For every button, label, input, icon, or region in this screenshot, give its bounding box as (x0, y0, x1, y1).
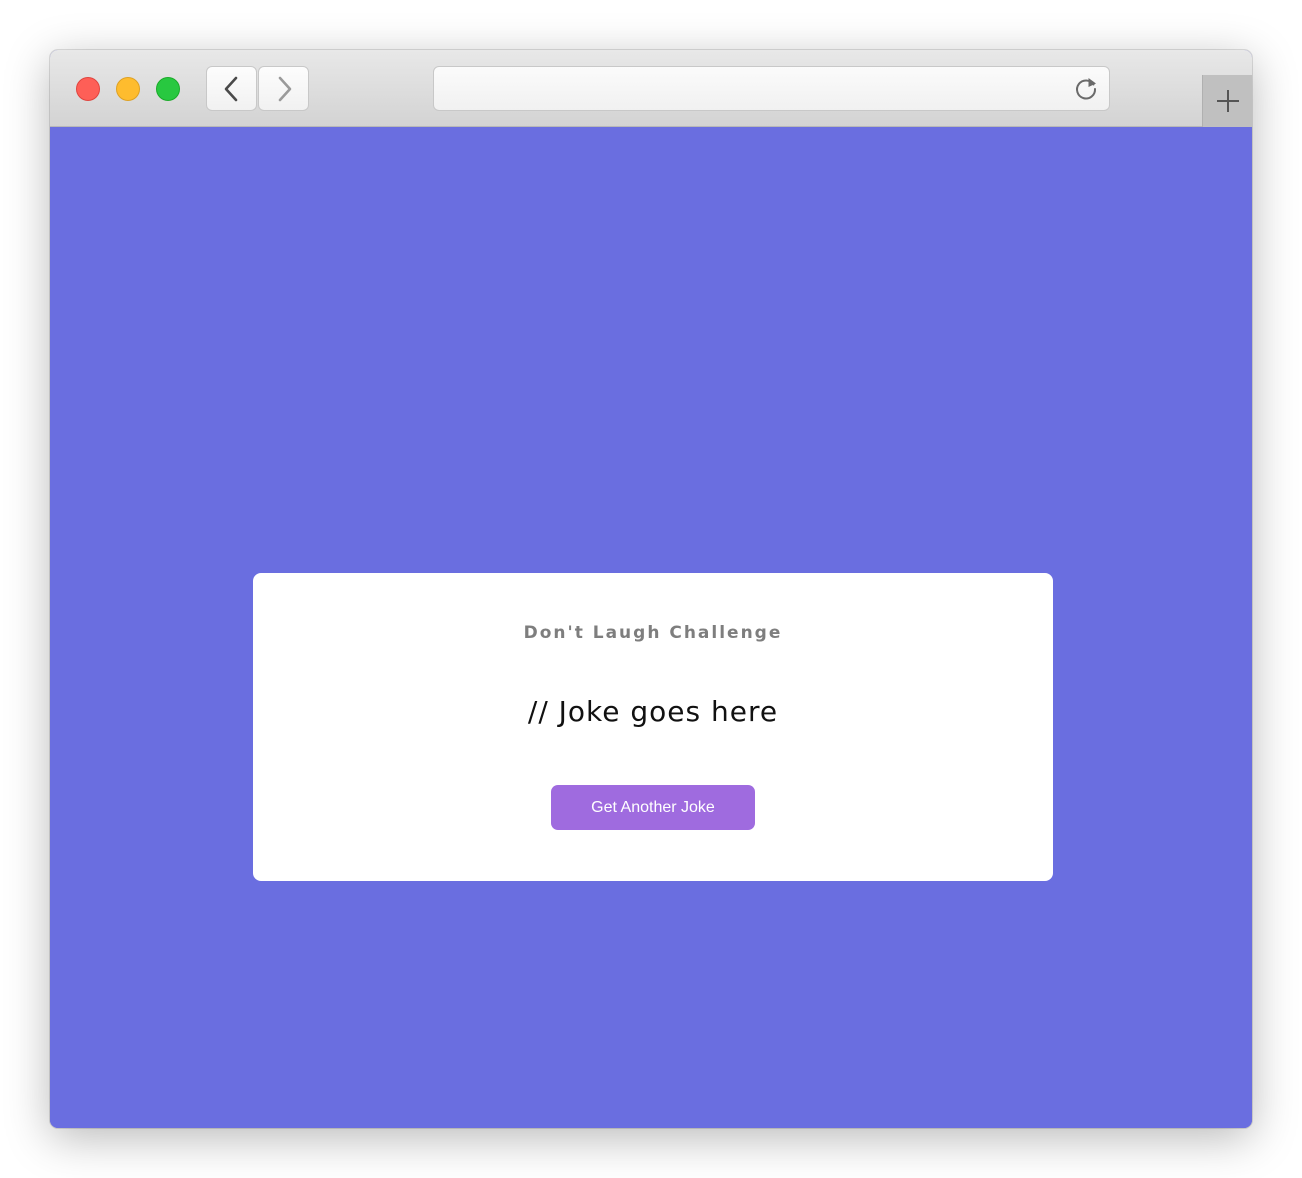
get-another-joke-button[interactable]: Get Another Joke (551, 785, 755, 830)
new-tab-button[interactable] (1202, 75, 1252, 127)
close-window-button[interactable] (76, 77, 100, 101)
address-bar[interactable] (433, 66, 1110, 111)
chevron-right-icon (278, 76, 291, 101)
minimize-window-button[interactable] (116, 77, 140, 101)
reload-icon[interactable] (1073, 76, 1099, 102)
browser-toolbar (50, 50, 1252, 127)
forward-button[interactable] (258, 66, 309, 111)
card-heading: Don't Laugh Challenge (523, 623, 783, 643)
plus-icon (1216, 90, 1239, 112)
joke-text: // Joke goes here (527, 695, 779, 728)
chevron-left-icon (224, 76, 237, 101)
maximize-window-button[interactable] (156, 77, 180, 101)
joke-card: Don't Laugh Challenge // Joke goes here … (253, 573, 1053, 881)
page-viewport: Don't Laugh Challenge // Joke goes here … (50, 127, 1252, 1128)
browser-window: Don't Laugh Challenge // Joke goes here … (50, 50, 1252, 1128)
back-button[interactable] (206, 66, 257, 111)
